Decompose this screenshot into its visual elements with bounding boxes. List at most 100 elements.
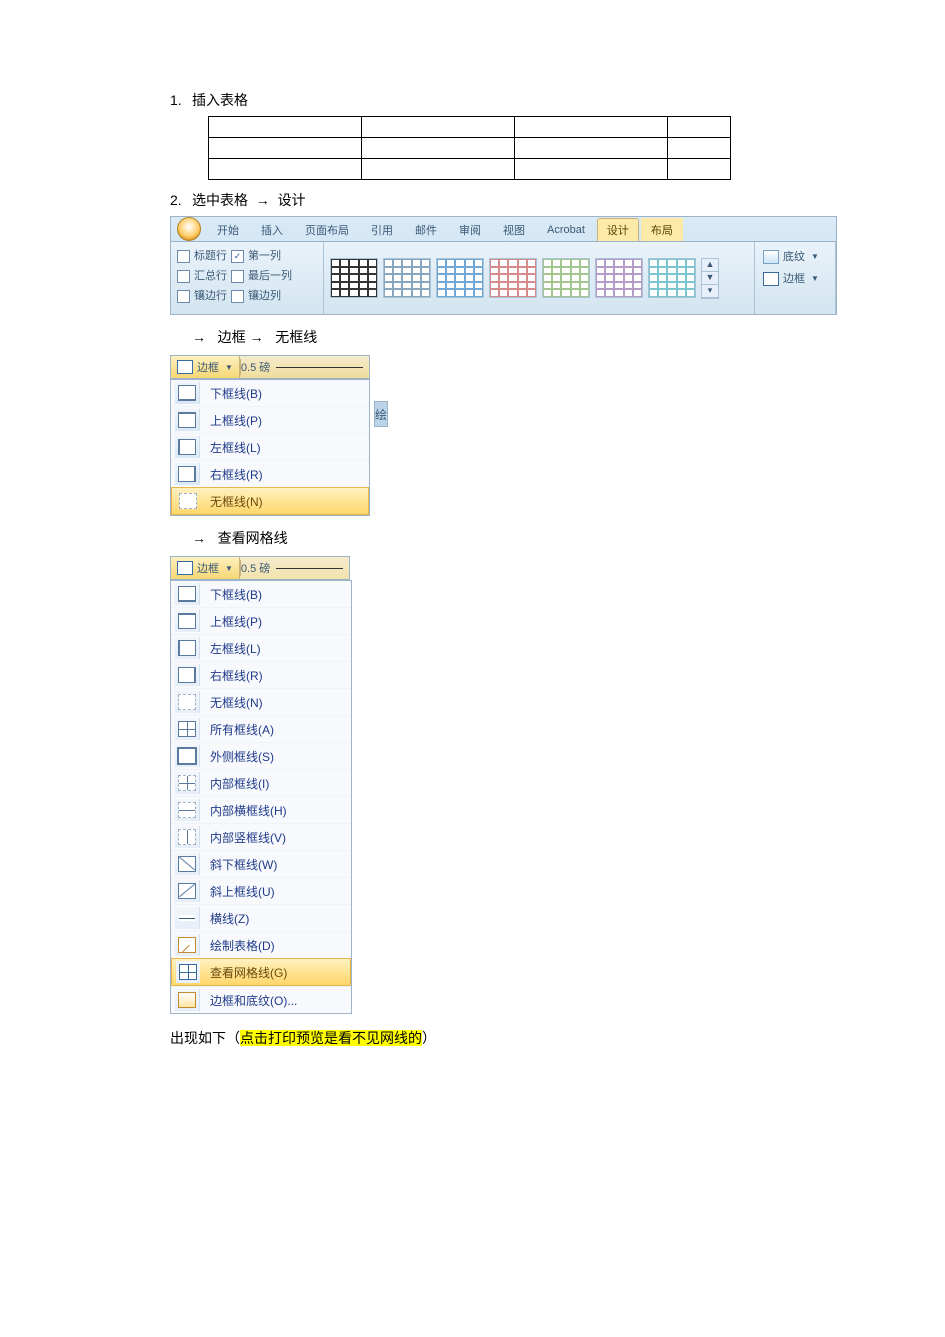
border-menu-1: 下框线(B) 上框线(P) 左框线(L) 右框线(R) 无框线(N) xyxy=(170,379,370,516)
tab-review[interactable]: 审阅 xyxy=(449,218,491,241)
tab-references[interactable]: 引用 xyxy=(361,218,403,241)
border-split-button-1[interactable]: 边框 ▼ xyxy=(171,356,240,378)
checkbox-banded-col[interactable] xyxy=(231,290,244,303)
bottom-border-icon xyxy=(178,385,196,401)
menu-top-border-1[interactable]: 上框线(P) xyxy=(171,406,369,433)
menu-inside-v-border-2[interactable]: 内部竖框线(V) xyxy=(171,823,351,850)
border-dropdown-header-1: 边框 ▼ 0.5 磅 xyxy=(170,355,370,379)
tab-insert[interactable]: 插入 xyxy=(251,218,293,241)
menu-no-border-1[interactable]: 无框线(N) xyxy=(171,487,369,515)
border-menu-2: 下框线(B) 上框线(P) 左框线(L) 右框线(R) 无框线(N) 所有框线(… xyxy=(170,580,352,1014)
arrow-border-label: 边框 xyxy=(218,329,246,345)
menu-top-label-1: 上框线(P) xyxy=(210,412,262,429)
borders-icon xyxy=(177,561,193,575)
tab-acrobat[interactable]: Acrobat xyxy=(537,220,595,239)
menu-bottom-border-2[interactable]: 下框线(B) xyxy=(171,581,351,607)
menu-diag-up-border-2[interactable]: 斜上框线(U) xyxy=(171,877,351,904)
menu-bottom-border-1[interactable]: 下框线(B) xyxy=(171,380,369,406)
opt-banded-row: 镶边行 xyxy=(194,286,227,306)
style-swatch-7[interactable] xyxy=(648,258,696,298)
borders-label: 边框 xyxy=(783,270,805,288)
border-weight-1[interactable]: 0.5 磅 xyxy=(240,359,369,375)
menu-view-gridlines-2[interactable]: 查看网格线(G) xyxy=(171,958,351,986)
outside-borders-icon xyxy=(177,747,197,765)
checkbox-header-row[interactable] xyxy=(177,250,190,263)
l: 内部框线(I) xyxy=(210,775,269,792)
checkbox-first-col[interactable]: ✓ xyxy=(231,250,244,263)
arrow-3: → xyxy=(192,530,206,546)
style-swatch-4[interactable] xyxy=(489,258,537,298)
menu-inside-h-border-2[interactable]: 内部横框线(H) xyxy=(171,796,351,823)
menu-diag-down-border-2[interactable]: 斜下框线(W) xyxy=(171,850,351,877)
style-swatch-6[interactable] xyxy=(595,258,643,298)
l: 内部竖框线(V) xyxy=(210,829,286,846)
inside-borders-icon xyxy=(178,775,196,791)
menu-no-border-2[interactable]: 无框线(N) xyxy=(171,688,351,715)
tab-home[interactable]: 开始 xyxy=(207,218,249,241)
l: 无框线(N) xyxy=(210,694,263,711)
top-border-icon xyxy=(178,412,196,428)
l: 左框线(L) xyxy=(210,640,261,657)
menu-draw-table-2[interactable]: 绘制表格(D) xyxy=(171,931,351,958)
borders-button[interactable]: 边框 ▼ xyxy=(759,268,831,290)
menu-all-borders-2[interactable]: 所有框线(A) xyxy=(171,715,351,742)
arrow-1: → xyxy=(256,192,270,208)
gallery-up-icon[interactable]: ▲ xyxy=(702,259,718,272)
bottom-border-icon xyxy=(178,586,196,602)
l: 边框和底纹(O)... xyxy=(210,992,297,1009)
arrow-2a: → xyxy=(192,329,206,345)
menu-left-label-1: 左框线(L) xyxy=(210,439,261,456)
border-split-button-2[interactable]: 边框 ▼ xyxy=(171,557,240,579)
shading-icon xyxy=(763,250,779,264)
l: 上框线(P) xyxy=(210,613,262,630)
style-swatch-3[interactable] xyxy=(436,258,484,298)
menu-borders-shading-2[interactable]: 边框和底纹(O)... xyxy=(171,986,351,1013)
menu-right-label-1: 右框线(R) xyxy=(210,466,263,483)
diag-up-icon xyxy=(178,883,196,899)
menu-horizontal-line-2[interactable]: 横线(Z) xyxy=(171,904,351,931)
shading-button[interactable]: 底纹 ▼ xyxy=(759,246,831,268)
weight-line-icon xyxy=(276,367,363,368)
tab-page-layout[interactable]: 页面布局 xyxy=(295,218,359,241)
borders-shading-icon xyxy=(178,992,196,1008)
tab-view[interactable]: 视图 xyxy=(493,218,535,241)
table-styles-gallery: ▲ ▼ ▾ xyxy=(324,242,755,314)
checkbox-banded-row[interactable] xyxy=(177,290,190,303)
l: 横线(Z) xyxy=(210,910,249,927)
menu-outside-borders-2[interactable]: 外侧框线(S) xyxy=(171,742,351,769)
style-swatch-1[interactable] xyxy=(330,258,378,298)
step-2-num: 2. xyxy=(170,192,192,208)
style-swatch-5[interactable] xyxy=(542,258,590,298)
menu-right-border-1[interactable]: 右框线(R) xyxy=(171,460,369,487)
menu-right-border-2[interactable]: 右框线(R) xyxy=(171,661,351,688)
tab-layout[interactable]: 布局 xyxy=(641,218,683,241)
menu-inside-borders-2[interactable]: 内部框线(I) xyxy=(171,769,351,796)
gallery-more-icon[interactable]: ▾ xyxy=(702,285,718,298)
step-1-text: 插入表格 xyxy=(192,90,870,110)
checkbox-last-col[interactable] xyxy=(231,270,244,283)
style-swatch-2[interactable] xyxy=(383,258,431,298)
gallery-down-icon[interactable]: ▼ xyxy=(702,272,718,285)
tab-mailings[interactable]: 邮件 xyxy=(405,218,447,241)
tab-design[interactable]: 设计 xyxy=(597,218,639,241)
final-pre: 出现如下（ xyxy=(170,1030,240,1046)
office-button-icon[interactable] xyxy=(177,217,201,241)
arrow-step-gridlines: → 查看网格线 xyxy=(192,528,870,548)
menu-left-border-2[interactable]: 左框线(L) xyxy=(171,634,351,661)
border-dropdown-header-2: 边框 ▼ 0.5 磅 xyxy=(170,556,350,580)
shading-borders-group: 底纹 ▼ 边框 ▼ xyxy=(755,242,836,314)
checkbox-total-row[interactable] xyxy=(177,270,190,283)
l: 下框线(B) xyxy=(210,586,262,603)
l: 所有框线(A) xyxy=(210,721,274,738)
menu-left-border-1[interactable]: 左框线(L) xyxy=(171,433,369,460)
step-1-num: 1. xyxy=(170,92,192,108)
menu-top-border-2[interactable]: 上框线(P) xyxy=(171,607,351,634)
border-weight-2[interactable]: 0.5 磅 xyxy=(240,560,349,576)
l: 右框线(R) xyxy=(210,667,263,684)
l: 斜上框线(U) xyxy=(210,883,275,900)
step-2a: 选中表格 xyxy=(192,192,248,208)
arrow-step-border: → 边框 → 无框线 xyxy=(192,327,870,347)
top-border-icon xyxy=(178,613,196,629)
l: 绘制表格(D) xyxy=(210,937,275,954)
arrow-gridlines-label: 查看网格线 xyxy=(218,530,288,546)
